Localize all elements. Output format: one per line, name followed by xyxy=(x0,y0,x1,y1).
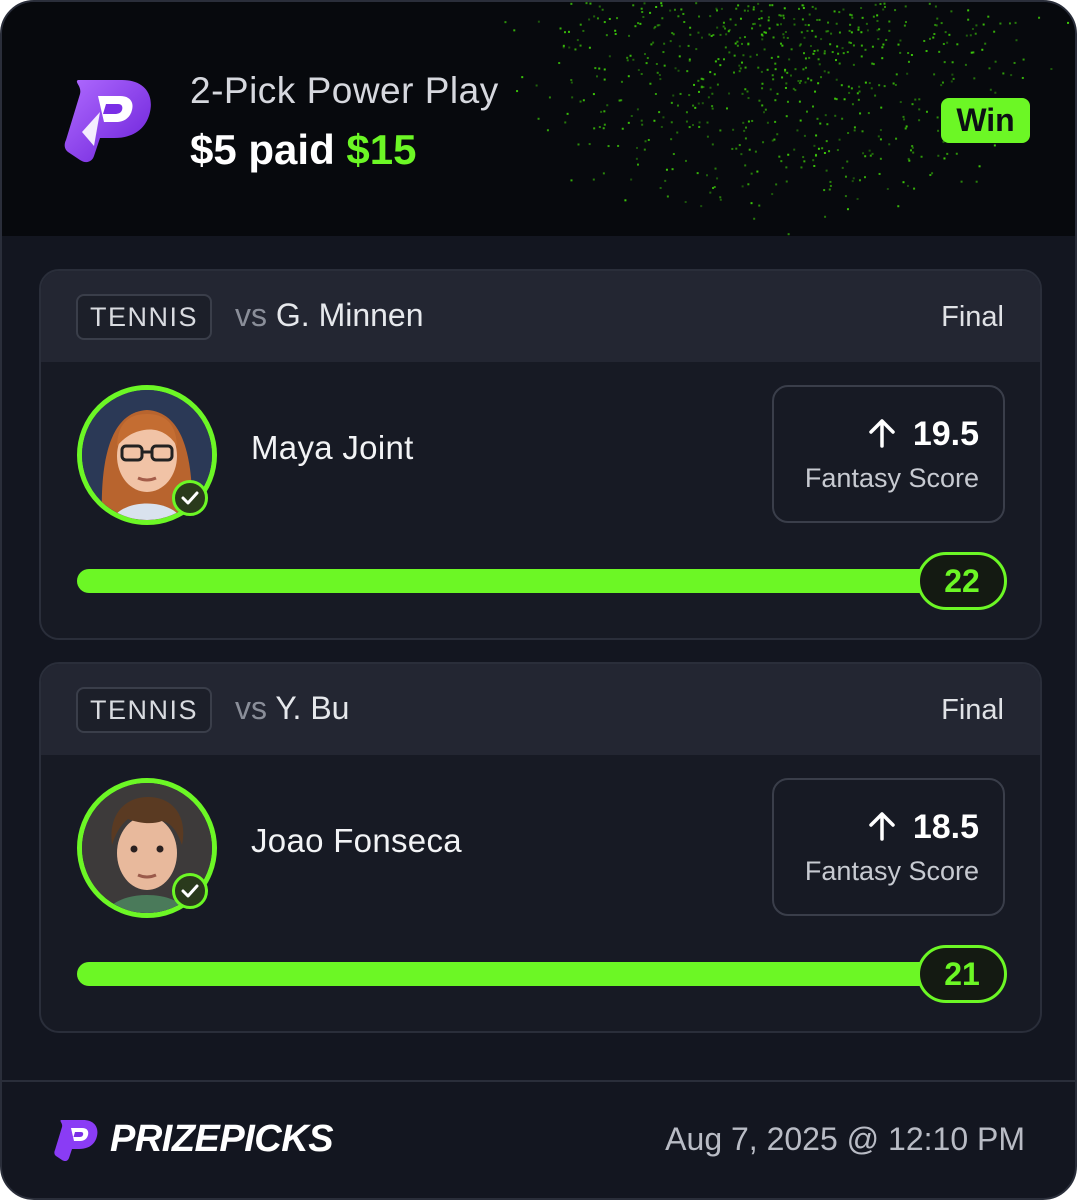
actual-score: 22 xyxy=(917,552,1007,610)
pick-header: TENNIS vs G. Minnen Final xyxy=(41,271,1040,362)
opponent-name: Y. Bu xyxy=(275,690,350,726)
result-badge: Win xyxy=(941,98,1030,143)
progress-fill xyxy=(77,569,957,593)
projection-box: 19.5 Fantasy Score xyxy=(772,385,1005,523)
pick-card[interactable]: TENNIS vs G. Minnen Final Maya Joint 19.… xyxy=(39,269,1042,640)
progress-bar xyxy=(77,569,957,593)
game-status: Final xyxy=(941,694,1004,726)
payout-amount: $15 xyxy=(346,126,417,173)
brand-wordmark: PRIZEPICKS xyxy=(110,1118,334,1160)
actual-score: 21 xyxy=(917,945,1007,1003)
arrow-up-icon xyxy=(869,812,895,841)
progress-fill xyxy=(77,962,957,986)
green-speckle-background xyxy=(504,2,1070,236)
arrow-up-icon xyxy=(869,419,895,448)
pick-header: TENNIS vs Y. Bu Final xyxy=(41,664,1040,755)
vs-label: vs xyxy=(235,690,267,726)
projection-box: 18.5 Fantasy Score xyxy=(772,778,1005,916)
player-name: Joao Fonseca xyxy=(251,822,462,859)
entry-card: 2-Pick Power Play $5 paid $15 Win TENNIS… xyxy=(0,0,1077,1200)
check-icon xyxy=(172,873,208,909)
projection-line: 19.5 xyxy=(912,415,979,453)
game-status: Final xyxy=(941,301,1004,333)
pick-card[interactable]: TENNIS vs Y. Bu Final Joao Fonseca 18.5 … xyxy=(39,662,1042,1033)
footer-divider xyxy=(2,1080,1075,1082)
opponent-name: G. Minnen xyxy=(275,297,424,333)
vs-label: vs xyxy=(235,297,267,333)
player-avatar xyxy=(77,385,217,525)
projection-line: 18.5 xyxy=(912,808,979,846)
check-icon xyxy=(172,480,208,516)
prizepicks-logo-icon xyxy=(54,1120,98,1162)
play-type-title: 2-Pick Power Play xyxy=(190,70,499,111)
entry-timestamp: Aug 7, 2025 @ 12:10 PM xyxy=(665,1121,1025,1157)
prizepicks-logo-icon xyxy=(64,80,151,163)
stat-type: Fantasy Score xyxy=(804,463,979,493)
entry-amount: $5 xyxy=(190,126,237,173)
paid-label: paid xyxy=(248,126,335,173)
matchup: vs G. Minnen xyxy=(235,297,424,334)
stat-type: Fantasy Score xyxy=(804,856,979,886)
player-name: Maya Joint xyxy=(251,429,414,466)
payout-summary: $5 paid $15 xyxy=(190,126,416,174)
sport-chip: TENNIS xyxy=(76,687,212,733)
matchup: vs Y. Bu xyxy=(235,690,349,727)
player-avatar xyxy=(77,778,217,918)
sport-chip: TENNIS xyxy=(76,294,212,340)
progress-bar xyxy=(77,962,957,986)
entry-header: 2-Pick Power Play $5 paid $15 Win xyxy=(2,2,1075,236)
